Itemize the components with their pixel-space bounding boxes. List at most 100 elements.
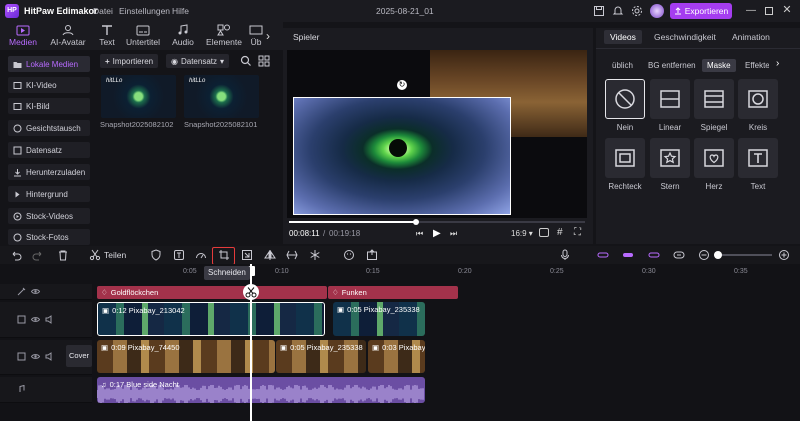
subtab-bg-entfernen[interactable]: BG entfernen [648, 61, 696, 70]
link-icon[interactable] [597, 249, 609, 261]
video-clip[interactable]: ▣ 0:05 Pixabay_235338 [333, 302, 425, 336]
aspect-ratio-select[interactable]: 16:9 ▾ [511, 229, 533, 238]
sidebar-item-stock-fotos[interactable]: Stock-Fotos [8, 229, 90, 245]
menu-hilfe[interactable]: Hilfe [172, 6, 189, 16]
tab-videos[interactable]: Videos [604, 30, 642, 44]
tab-geschwindigkeit[interactable]: Geschwindigkeit [654, 32, 716, 42]
export-button[interactable]: Exportieren [670, 3, 732, 19]
mask-none[interactable] [605, 79, 645, 119]
save-icon[interactable] [593, 5, 605, 17]
video-clip[interactable]: ▣ 0:05 Pixabay_235338 [276, 340, 366, 373]
fullscreen-icon[interactable]: ⛶ [574, 227, 581, 238]
tab-audio[interactable]: Audio [162, 24, 204, 48]
sidebar-item-herunterzuladen[interactable]: Herunterzuladen [8, 164, 90, 180]
previous-frame-icon[interactable]: ⏮ [416, 229, 423, 239]
rotate-handle-icon[interactable]: ↻ [397, 80, 407, 90]
mask-text[interactable] [738, 138, 778, 178]
mirror-icon[interactable] [286, 249, 298, 261]
redo-icon[interactable] [32, 249, 44, 261]
subtab-effekte[interactable]: Effekte [745, 61, 769, 70]
freeze-frame-icon[interactable] [241, 249, 253, 261]
mask-herz[interactable] [694, 138, 734, 178]
zoom-slider-handle[interactable] [714, 251, 722, 259]
sidebar-item-ki-video[interactable]: KI-Video [8, 77, 90, 93]
zoom-in-icon[interactable] [778, 249, 790, 261]
media-thumbnail[interactable]: hitLLo [184, 75, 259, 118]
sidebar-item-hintergrund[interactable]: Hintergrund [8, 186, 90, 202]
sidebar-item-datensatz[interactable]: Datensatz [8, 142, 90, 158]
video-clip[interactable]: ▣ 0:12 Pixabay_213042 [97, 302, 325, 336]
undo-icon[interactable] [10, 249, 22, 261]
eye-icon[interactable] [31, 352, 40, 361]
sidebar-item-lokale-medien[interactable]: Lokale Medien [8, 56, 90, 72]
tab-animation[interactable]: Animation [732, 32, 770, 42]
speaker-icon[interactable] [45, 315, 54, 324]
freeze-snowflake-icon[interactable] [309, 249, 321, 261]
eye-icon[interactable] [31, 287, 40, 296]
play-icon[interactable]: ▶ [433, 228, 441, 239]
sidebar-item-ki-bild[interactable]: KI-Bild [8, 98, 90, 114]
mask-kreis[interactable] [738, 79, 778, 119]
media-thumbnail[interactable]: hitLLo [101, 75, 176, 118]
cover-button[interactable]: Cover [66, 345, 92, 367]
snapshot-icon[interactable] [539, 228, 549, 237]
crop-icon[interactable] [218, 249, 230, 261]
face-detect-icon[interactable] [343, 249, 355, 261]
sidebar-item-gesichtstausch[interactable]: Gesichtstausch [8, 120, 90, 136]
mask-stern[interactable] [650, 138, 690, 178]
dataset-dropdown[interactable]: ◉ Datensatz ▾ [166, 54, 230, 68]
speed-icon[interactable] [195, 249, 207, 261]
settings-icon[interactable] [631, 5, 643, 17]
overlay-video[interactable] [293, 97, 511, 215]
mask-spiegel[interactable] [694, 79, 734, 119]
progress-handle[interactable] [413, 219, 420, 225]
search-icon[interactable] [240, 55, 252, 67]
tab-medien[interactable]: Medien [2, 24, 44, 48]
shield-icon[interactable] [150, 249, 162, 261]
tab-elemente[interactable]: Elemente [203, 24, 245, 48]
sidebar-item-stock-videos[interactable]: Stock-Videos [8, 208, 90, 224]
avatar[interactable] [650, 4, 664, 18]
import-button[interactable]: + Importieren [100, 54, 159, 68]
export-clip-icon[interactable] [366, 249, 378, 261]
fit-timeline-icon[interactable] [673, 249, 685, 261]
close-icon[interactable]: ✕ [781, 4, 793, 16]
minimize-icon[interactable]: — [745, 5, 757, 17]
video-clip[interactable]: ▣ 0:09 Pixabay_74450 [97, 340, 275, 373]
subtab-ueblich[interactable]: üblich [612, 61, 633, 70]
maximize-icon[interactable] [763, 5, 775, 17]
tab-untertitel[interactable]: Untertitel [122, 24, 164, 48]
time-ruler[interactable]: 0:05 0:10 0:15 0:20 0:25 0:30 0:35 [96, 264, 800, 278]
split-cursor-icon[interactable] [243, 284, 259, 300]
speaker-icon[interactable] [45, 352, 54, 361]
magnet-icon[interactable] [622, 249, 634, 261]
grid-view-icon[interactable] [258, 55, 270, 67]
mask-rechteck[interactable] [605, 138, 645, 178]
effect-clip[interactable]: ♢ Goldflöckchen [97, 286, 327, 299]
next-frame-icon[interactable]: ⏭ [450, 229, 457, 239]
snap-icon[interactable] [648, 249, 660, 261]
tab-uebergaenge[interactable]: Üb [244, 24, 268, 48]
tab-ai-avatar[interactable]: AI-Avatar [47, 24, 89, 48]
progress-bar[interactable] [289, 219, 585, 225]
split-label[interactable]: Teilen [104, 250, 126, 260]
preview-canvas[interactable]: ↻ [287, 50, 587, 218]
video-clip[interactable]: ▣ 0:03 Pixabay [368, 340, 425, 373]
zoom-slider[interactable] [714, 254, 772, 256]
flip-icon[interactable] [264, 249, 276, 261]
subtab-maske[interactable]: Maske [702, 59, 736, 72]
mask-linear[interactable] [650, 79, 690, 119]
chevron-right-icon[interactable]: › [776, 58, 779, 69]
zoom-out-icon[interactable] [698, 249, 710, 261]
text-box-icon[interactable] [173, 249, 185, 261]
audio-clip[interactable]: ♫ 0:17 Blue side Nacht [97, 377, 425, 403]
microphone-icon[interactable] [559, 249, 571, 261]
eye-icon[interactable] [31, 315, 40, 324]
menu-einstellungen[interactable]: Einstellungen [119, 6, 170, 16]
chevron-right-icon[interactable]: › [266, 29, 270, 43]
effect-clip[interactable]: ♢ Funken [328, 286, 458, 299]
scissors-icon[interactable] [89, 249, 101, 261]
crop-grid-icon[interactable]: # [557, 227, 563, 238]
menu-datei[interactable]: Datei [93, 6, 113, 16]
delete-icon[interactable] [57, 249, 69, 261]
